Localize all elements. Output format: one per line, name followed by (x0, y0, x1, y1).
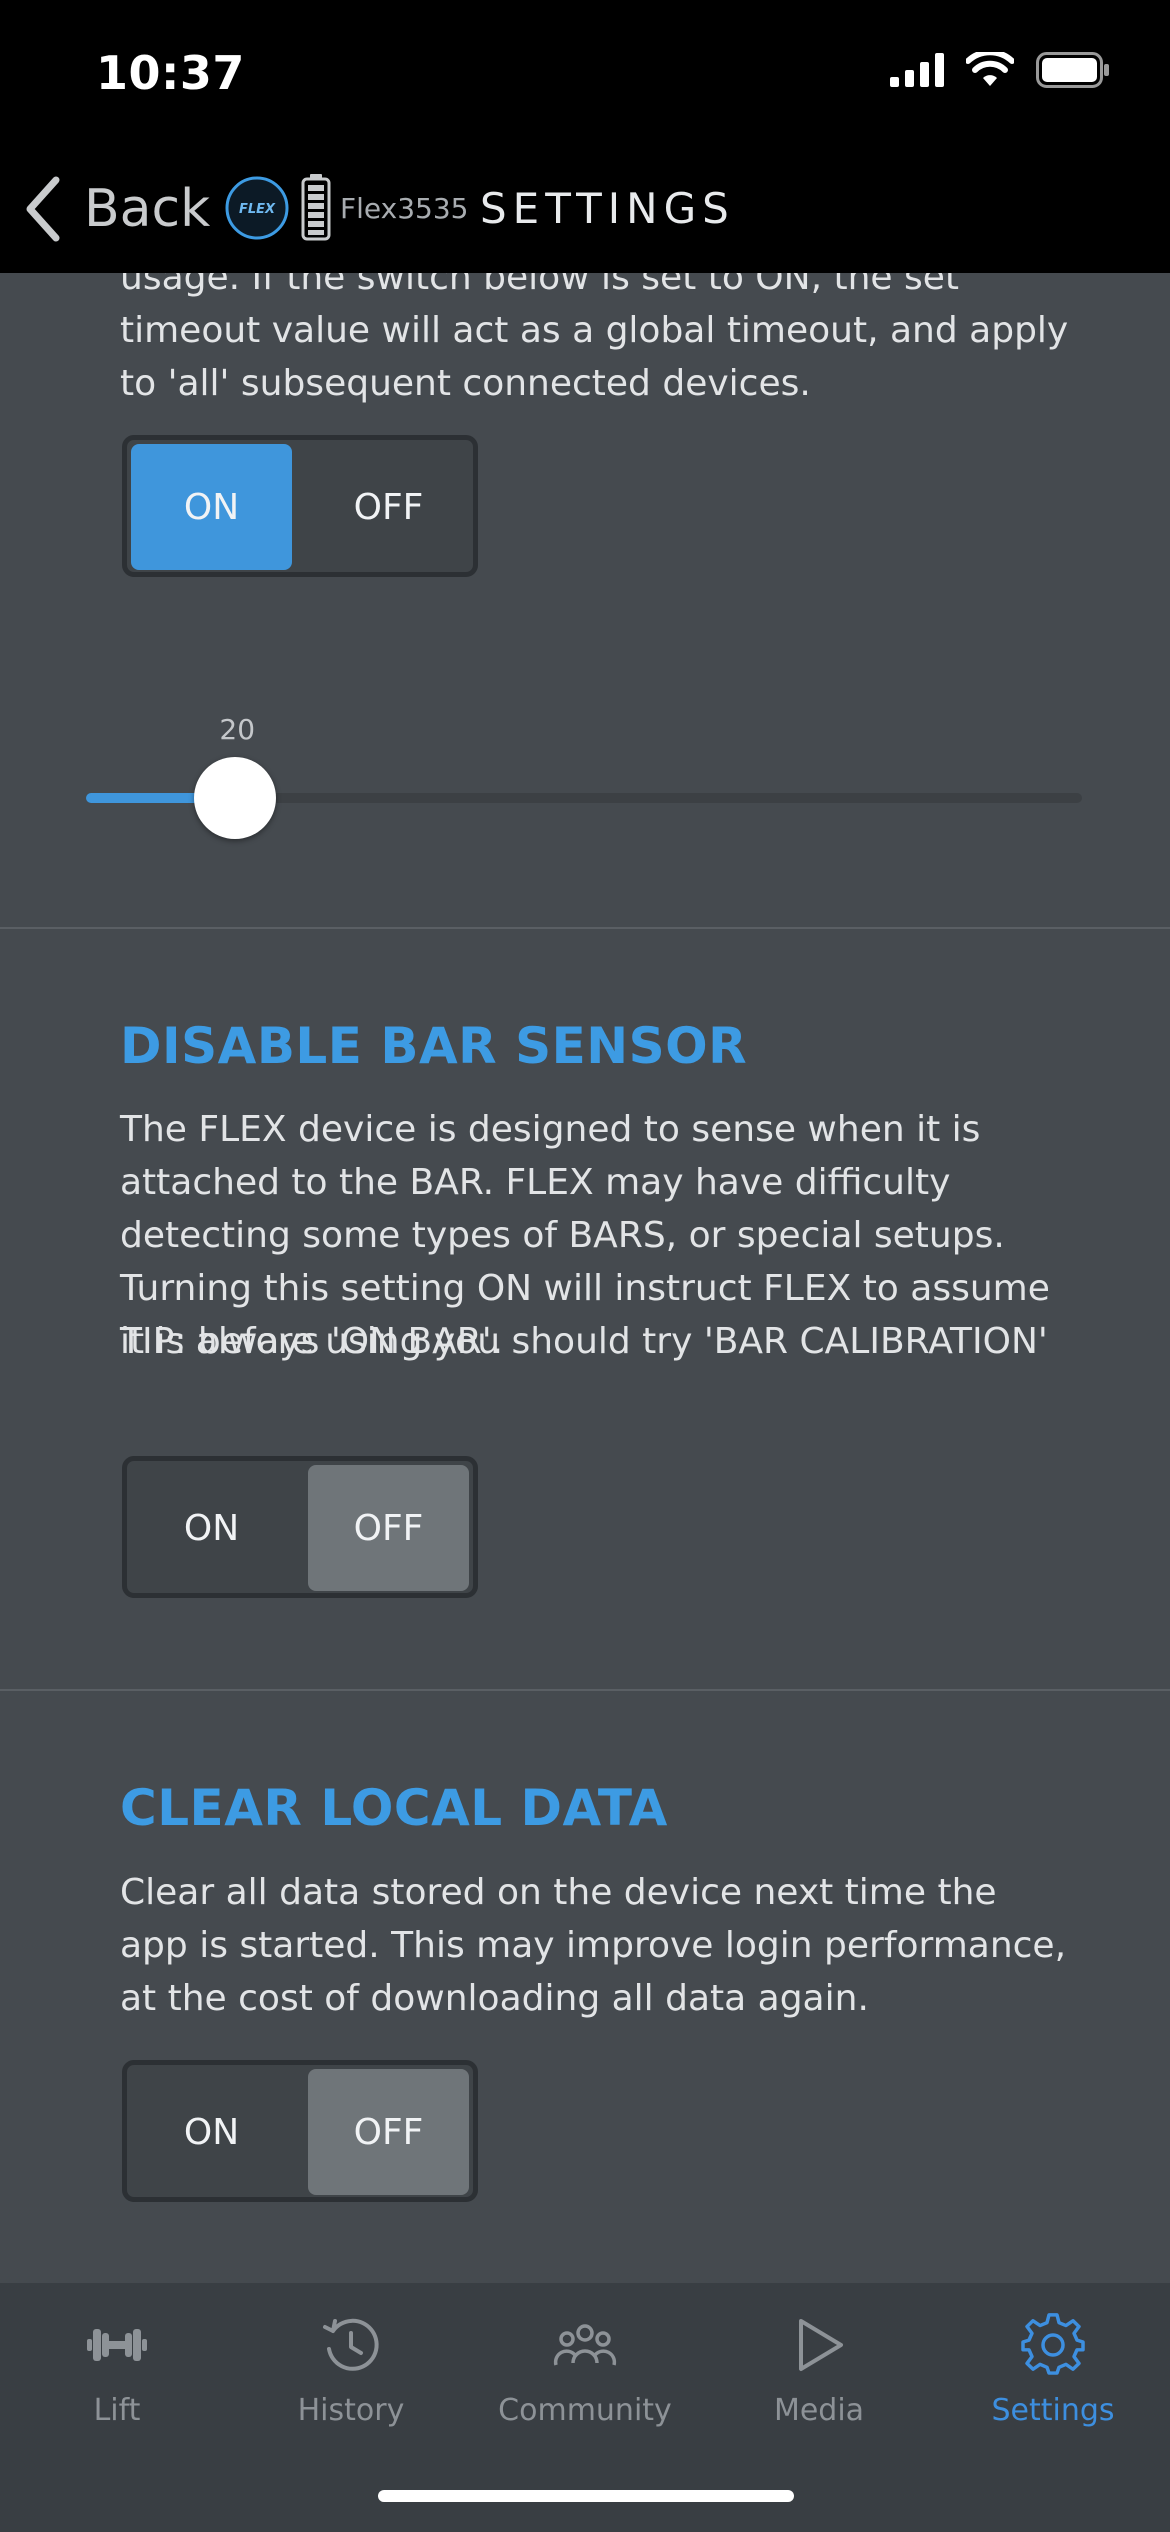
global-timeout-off-option[interactable]: OFF (308, 444, 469, 570)
tab-community-label: Community (498, 2393, 672, 2428)
clear-local-data-on-option[interactable]: ON (131, 2069, 292, 2195)
navigation-bar: Back FLEX Flex3535 SETTINGS (0, 150, 1170, 273)
clear-local-data-description: Clear all data stored on the device next… (120, 1872, 1067, 2019)
home-indicator (378, 2490, 794, 2502)
disable-bar-sensor-tip: TIP: before using you should try 'BAR CA… (120, 1321, 1048, 1362)
device-name: Flex3535 (340, 192, 469, 225)
chevron-left-icon (26, 176, 60, 242)
status-bar: 10:37 (0, 0, 1170, 150)
dumbbell-icon (87, 2329, 147, 2361)
tab-lift-label: Lift (93, 2393, 141, 2428)
settings-scroll-content[interactable]: usage. If the switch below is set to ON,… (0, 273, 1170, 2283)
disable-bar-sensor-toggle[interactable]: ON OFF (122, 1456, 478, 1598)
gear-icon (1021, 2313, 1085, 2375)
device-battery-icon (301, 174, 331, 241)
status-icons (890, 50, 1110, 90)
status-time: 10:37 (96, 46, 245, 100)
tab-community[interactable]: Community (468, 2313, 702, 2428)
page-title: SETTINGS (480, 184, 735, 233)
back-button[interactable]: Back (22, 174, 210, 244)
back-label: Back (84, 179, 211, 239)
clear-local-data-off-option[interactable]: OFF (308, 2069, 469, 2195)
history-icon (323, 2318, 379, 2371)
community-icon (553, 2324, 617, 2366)
flex-logo-text: FLEX (239, 202, 276, 217)
global-timeout-toggle[interactable]: ON OFF (122, 435, 478, 577)
section-divider (0, 927, 1170, 929)
disable-bar-sensor-off-option[interactable]: OFF (308, 1465, 469, 1591)
play-icon (799, 2319, 843, 2371)
section-divider (0, 1689, 1170, 1691)
wifi-icon (966, 52, 1014, 86)
tab-media-label: Media (773, 2393, 865, 2428)
slider-thumb[interactable] (194, 757, 277, 839)
timeout-description: usage. If the switch below is set to ON,… (120, 273, 1069, 404)
clear-local-data-title: CLEAR LOCAL DATA (120, 1779, 668, 1837)
disable-bar-sensor-title: DISABLE BAR SENSOR (120, 1017, 748, 1075)
flex-logo: FLEX (225, 176, 289, 240)
tab-history-label: History (297, 2393, 405, 2428)
clear-local-data-toggle[interactable]: ON OFF (122, 2060, 478, 2202)
tab-settings-label: Settings (991, 2393, 1115, 2428)
disable-bar-sensor-on-option[interactable]: ON (131, 1465, 292, 1591)
global-timeout-on-option[interactable]: ON (131, 444, 292, 570)
tab-history[interactable]: History (234, 2313, 468, 2428)
tab-lift[interactable]: Lift (0, 2313, 234, 2428)
cellular-signal-icon (890, 53, 944, 87)
tab-settings[interactable]: Settings (936, 2313, 1170, 2428)
battery-status-icon (1036, 52, 1109, 88)
timeout-slider-value: 20 (219, 713, 256, 746)
timeout-slider[interactable] (86, 757, 1082, 839)
tab-media[interactable]: Media (702, 2313, 936, 2428)
